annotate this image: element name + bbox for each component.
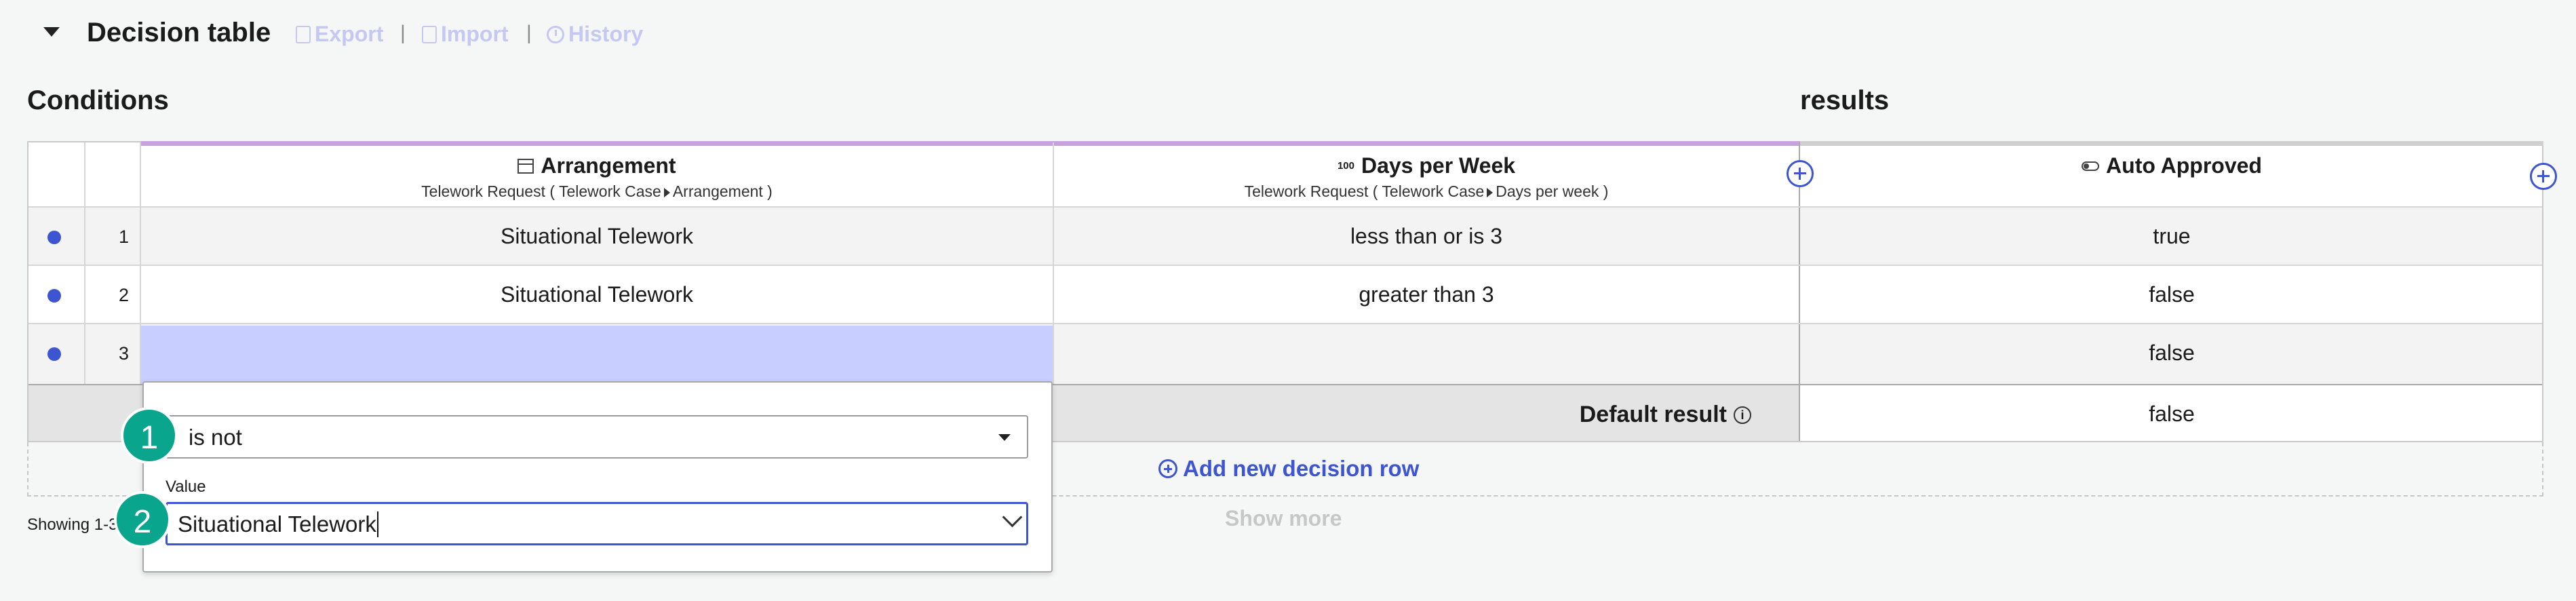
add-circle-icon (1158, 459, 1177, 478)
column-name: Arrangement (541, 153, 676, 178)
caret-right-icon (1487, 187, 1494, 197)
row-number: 2 (118, 285, 129, 305)
operator-select[interactable] (165, 415, 1028, 459)
column-source: Telework Request ( Telework Case (421, 182, 661, 200)
conditions-heading: Conditions (27, 85, 169, 115)
grid-line (28, 265, 2542, 266)
page-title: Decision table (87, 18, 271, 47)
grid-line (84, 142, 85, 384)
row-number: 3 (118, 343, 129, 364)
import-link[interactable]: Import (422, 22, 509, 47)
grid-line (28, 323, 2542, 324)
results-heading: results (1800, 85, 1890, 115)
column-field: Arrangement ) (672, 182, 773, 200)
default-result-label: Default result i (1580, 402, 1751, 428)
add-row-label: Add new decision row (1183, 456, 1420, 481)
result-cell[interactable]: false (1800, 341, 2543, 366)
column-source: Telework Request ( Telework Case (1244, 182, 1485, 200)
clock-icon (547, 25, 564, 43)
row-status-dot (47, 347, 61, 361)
row-number: 1 (118, 227, 129, 247)
export-file-icon (296, 25, 311, 43)
step-badge: 1 (121, 407, 178, 464)
import-file-icon (422, 25, 437, 43)
pagination-summary: Showing 1-3 (27, 516, 118, 534)
result-cell[interactable]: true (1800, 224, 2543, 249)
toggle-icon (2082, 161, 2100, 171)
dropdown-caret-icon[interactable] (998, 434, 1011, 441)
import-label: Import (441, 22, 509, 46)
column-name: Days per Week (1361, 153, 1516, 178)
days-cell[interactable]: greater than 3 (1054, 282, 1799, 307)
show-more-button[interactable]: Show more (1225, 506, 1342, 531)
value-field-label: Value (165, 478, 206, 496)
info-icon[interactable]: i (1734, 406, 1751, 424)
selected-cell[interactable] (141, 326, 1053, 384)
history-link[interactable]: History (547, 22, 643, 47)
caret-right-icon (663, 187, 670, 197)
row-status-dot (47, 289, 61, 303)
days-cell[interactable]: less than or is 3 (1054, 224, 1799, 249)
number-icon: 100 (1337, 160, 1354, 172)
add-decision-row-button[interactable]: Add new decision row (1158, 456, 1419, 482)
column-name: Auto Approved (2106, 153, 2262, 178)
results-strip (1800, 141, 2543, 146)
operator-value: is not (189, 425, 242, 450)
row-status-dot (47, 231, 61, 244)
column-field: Days per week ) (1496, 182, 1609, 200)
column-header-arrangement[interactable]: Arrangement Telework Request ( Telework … (141, 153, 1053, 201)
arrangement-cell[interactable]: Situational Telework (141, 282, 1053, 307)
column-header-days-per-week[interactable]: 100 Days per Week Telework Request ( Tele… (1054, 153, 1799, 201)
result-cell[interactable]: false (1800, 282, 2543, 307)
default-result-text: Default result (1579, 402, 1727, 427)
step-badge: 2 (114, 491, 171, 548)
header-separator: | (400, 22, 406, 44)
grid-line (28, 206, 2542, 208)
value-input-text: Situational Telework (178, 511, 378, 537)
arrangement-cell[interactable]: Situational Telework (141, 224, 1053, 249)
export-link[interactable]: Export (296, 22, 383, 47)
add-result-column-button[interactable] (2530, 163, 2557, 190)
add-condition-column-button[interactable] (1787, 160, 1814, 187)
history-label: History (568, 22, 644, 46)
export-label: Export (315, 22, 384, 46)
column-header-auto-approved[interactable]: Auto Approved (1800, 153, 2543, 178)
conditions-strip (141, 141, 1800, 146)
default-result-value[interactable]: false (1800, 402, 2543, 427)
header-separator: | (526, 22, 532, 44)
table-icon (518, 158, 534, 174)
collapse-caret-icon[interactable] (43, 27, 60, 37)
